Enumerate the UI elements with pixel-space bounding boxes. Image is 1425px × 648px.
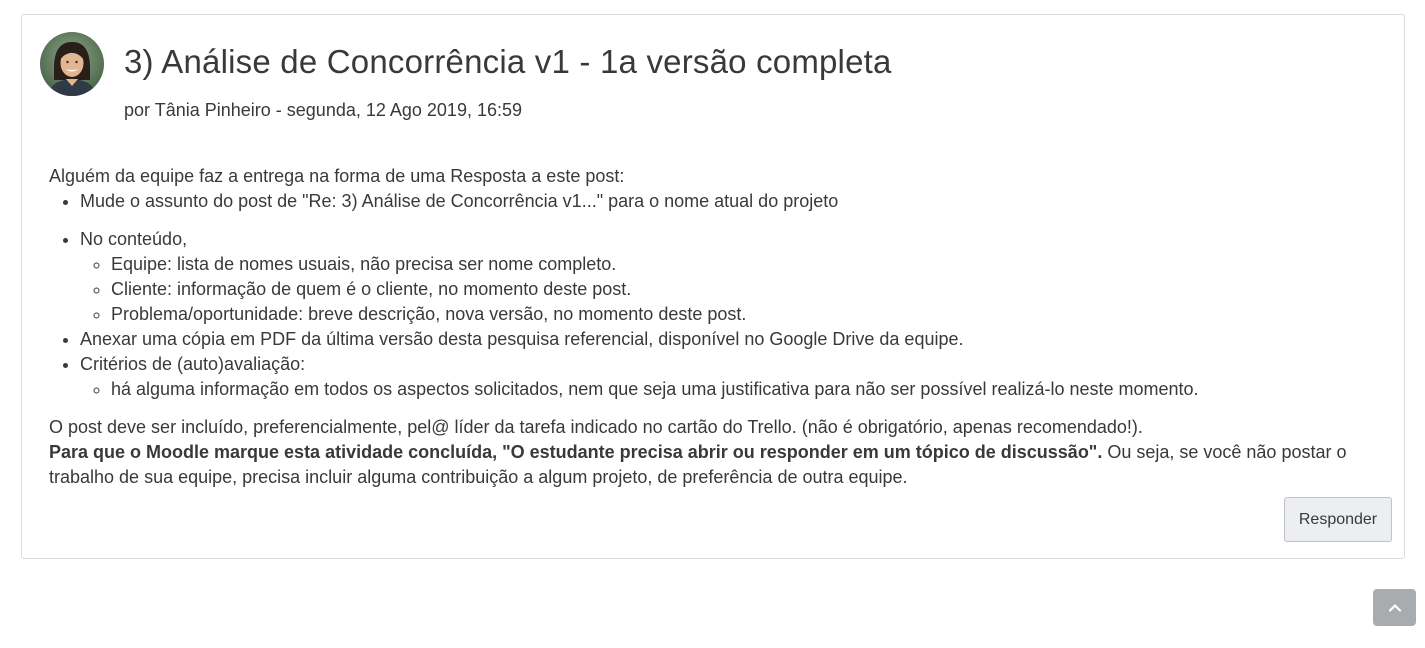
list-item: No conteúdo, Equipe: lista de nomes usua… — [80, 227, 1369, 327]
back-to-top-button[interactable] — [1373, 589, 1416, 626]
avatar-photo — [40, 32, 104, 96]
list-item-text: Critérios de (auto)avaliação: — [80, 354, 306, 374]
intro-text: Alguém da equipe faz a entrega na forma … — [49, 166, 625, 186]
instructions-list: Mude o assunto do post de "Re: 3) Anális… — [49, 189, 1369, 402]
post-content: Alguém da equipe faz a entrega na forma … — [49, 164, 1369, 490]
bold-text: Para que o Moodle marque esta atividade … — [49, 442, 1103, 462]
list-item: Critérios de (auto)avaliação: há alguma … — [80, 352, 1369, 402]
date-separator: - — [270, 100, 287, 120]
list-item-text: No conteúdo, — [80, 229, 188, 249]
author-avatar[interactable] — [40, 32, 104, 96]
list-item: Mude o assunto do post de "Re: 3) Anális… — [80, 189, 1369, 214]
sublist: há alguma informação em todos os aspecto… — [80, 377, 1369, 402]
sublist: Equipe: lista de nomes usuais, não preci… — [80, 252, 1369, 327]
list-item: Anexar uma cópia em PDF da última versão… — [80, 327, 1369, 352]
paragraph: O post deve ser incluído, preferencialme… — [49, 417, 1143, 437]
author-link[interactable]: Tânia Pinheiro — [155, 100, 271, 120]
forum-post: 3) Análise de Concorrência v1 - 1a versã… — [21, 14, 1405, 559]
sublist-item: há alguma informação em todos os aspecto… — [111, 377, 1369, 402]
by-prefix: por — [124, 100, 151, 120]
post-byline: por Tânia Pinheiro - segunda, 12 Ago 201… — [124, 100, 522, 121]
sublist-item: Problema/oportunidade: breve descrição, … — [111, 302, 1369, 327]
post-subject: 3) Análise de Concorrência v1 - 1a versã… — [124, 43, 892, 80]
chevron-up-icon — [1388, 603, 1401, 612]
post-date: segunda, 12 Ago 2019, 16:59 — [286, 100, 522, 120]
paragraph: Para que o Moodle marque esta atividade … — [49, 440, 1369, 490]
sublist-item: Equipe: lista de nomes usuais, não preci… — [111, 252, 1369, 277]
reply-button[interactable]: Responder — [1284, 497, 1392, 542]
sublist-item: Cliente: informação de quem é o cliente,… — [111, 277, 1369, 302]
